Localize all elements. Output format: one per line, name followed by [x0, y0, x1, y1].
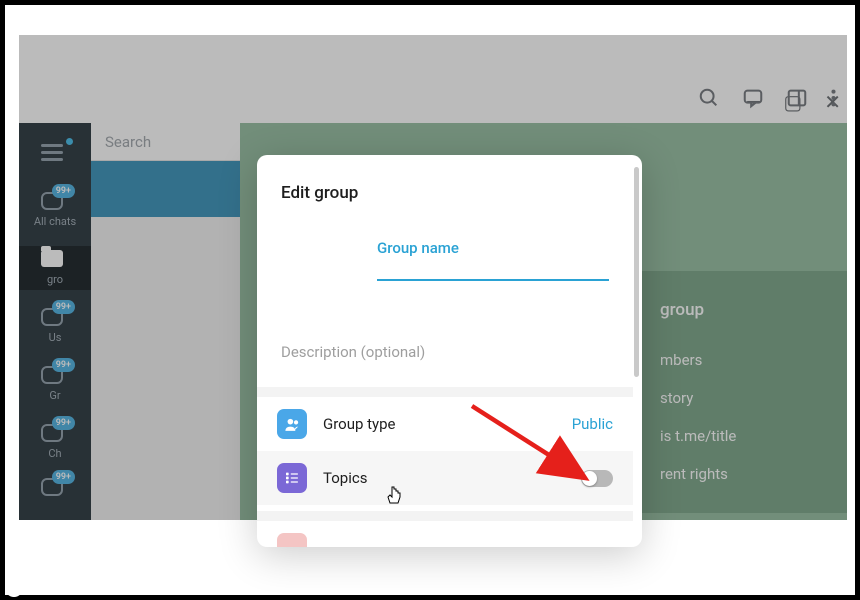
modal-title: Edit group — [257, 175, 633, 225]
edit-group-modal: Edit group Group name Description (optio… — [257, 155, 642, 547]
topics-row[interactable]: Topics — [257, 451, 633, 505]
app-window: — ▢ ✕ 99+ All chats gro 99+ Us 99+ Gr 99… — [19, 35, 847, 520]
group-type-row[interactable]: Group type Public — [257, 397, 633, 451]
group-name-input[interactable]: Group name — [377, 225, 609, 281]
globe-icon — [5, 579, 23, 597]
group-type-value: Public — [572, 415, 613, 433]
modal-scrollbar[interactable] — [633, 155, 642, 547]
row-label: Group type — [323, 415, 396, 433]
next-row-partial — [257, 521, 633, 547]
watermark: Followeran.com — [5, 579, 136, 597]
topics-toggle[interactable] — [581, 470, 613, 487]
description-input[interactable]: Description (optional) — [257, 327, 633, 387]
group-avatar-placeholder[interactable] — [281, 225, 359, 303]
topics-icon — [277, 463, 307, 493]
partial-icon — [277, 533, 307, 547]
group-type-icon — [277, 409, 307, 439]
row-label: Topics — [323, 469, 367, 487]
